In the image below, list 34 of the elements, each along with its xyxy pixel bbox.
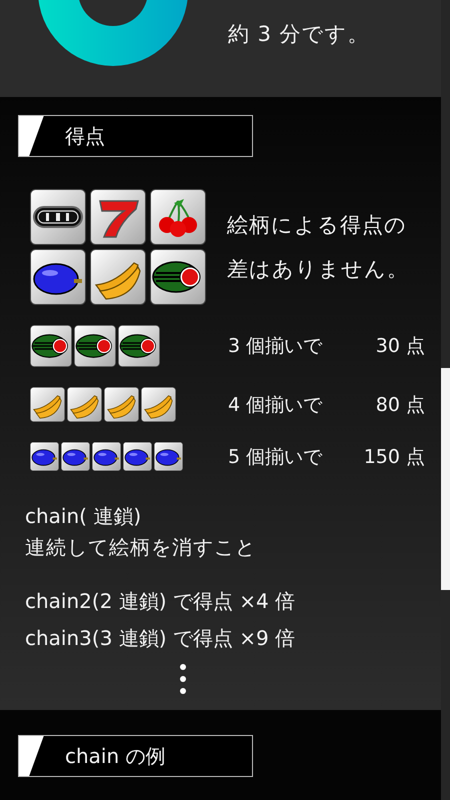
banana-icon — [90, 249, 146, 305]
plum-icon — [61, 442, 90, 471]
banana-icon — [30, 387, 65, 422]
chain-definition: 連続して絵柄を消すこと — [25, 534, 257, 561]
combo-points: 30 点 — [376, 334, 425, 359]
heading-text: 得点 — [65, 122, 105, 150]
intro-text: 約 3 分です。 — [228, 21, 370, 48]
chain-example: chain2(2 連鎖) で得点 ×4 倍 — [25, 588, 296, 615]
scrollbar-thumb[interactable] — [441, 368, 450, 590]
note-text: 絵柄による得点の差はありません。 — [227, 212, 410, 283]
plum-icon — [30, 442, 59, 471]
combo-points: 150 点 — [364, 444, 425, 470]
plum-icon — [154, 442, 183, 471]
watermelon-icon — [118, 325, 160, 367]
watermelon-icon — [30, 325, 72, 367]
plum-icon — [30, 249, 86, 305]
plum-icon — [92, 442, 121, 471]
combo-label: 4 個揃いで — [228, 392, 322, 418]
watermelon-icon — [150, 249, 206, 305]
chain-term: chain( 連鎖) — [25, 503, 142, 530]
banana-icon — [104, 387, 139, 422]
combo-label: 3 個揃いで — [228, 334, 322, 359]
banana-icon — [141, 387, 176, 422]
combo-label: 5 個揃いで — [228, 444, 322, 470]
chain-example: chain3(3 連鎖) で得点 ×9 倍 — [25, 625, 296, 652]
watermelon-icon — [74, 325, 116, 367]
bar-icon — [30, 189, 86, 245]
plum-icon — [123, 442, 152, 471]
heading-text: chain の例 — [65, 742, 166, 770]
combo-points: 80 点 — [376, 392, 425, 418]
banana-icon — [67, 387, 102, 422]
seven-icon — [90, 189, 146, 245]
ellipsis-icon — [179, 663, 187, 695]
cherry-icon — [150, 189, 206, 245]
